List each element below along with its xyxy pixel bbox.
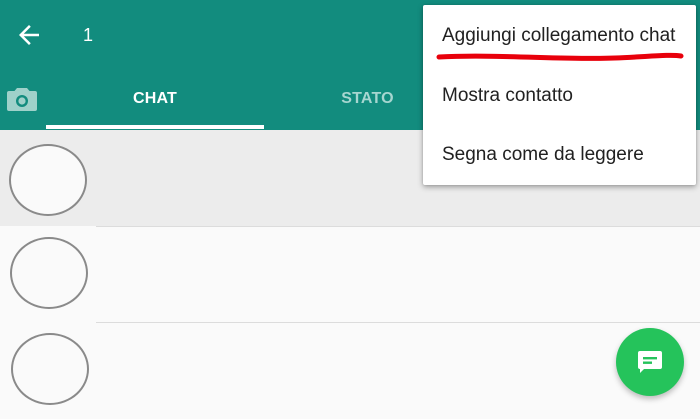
contact-avatar[interactable] <box>9 144 87 216</box>
chat-row[interactable] <box>0 323 700 419</box>
tab-stato[interactable]: STATO <box>300 88 435 110</box>
active-tab-indicator <box>46 125 264 129</box>
menu-item-mark-as-unread[interactable]: Segna come da leggere <box>442 143 644 167</box>
contact-avatar[interactable] <box>10 237 88 309</box>
overflow-menu: Aggiungi collegamento chat Mostra contat… <box>423 5 696 185</box>
new-chat-button[interactable] <box>616 328 684 396</box>
menu-item-view-contact[interactable]: Mostra contatto <box>442 84 573 108</box>
contact-avatar[interactable] <box>11 333 89 405</box>
selected-count: 1 <box>83 25 94 45</box>
red-highlight-underline <box>436 52 684 61</box>
camera-icon[interactable] <box>6 86 38 112</box>
tab-chat[interactable]: CHAT <box>46 88 264 110</box>
menu-item-add-chat-shortcut[interactable]: Aggiungi collegamento chat <box>442 24 675 48</box>
new-chat-icon <box>638 351 662 373</box>
chat-row[interactable] <box>0 227 700 323</box>
arrow-left-icon[interactable] <box>14 20 44 50</box>
